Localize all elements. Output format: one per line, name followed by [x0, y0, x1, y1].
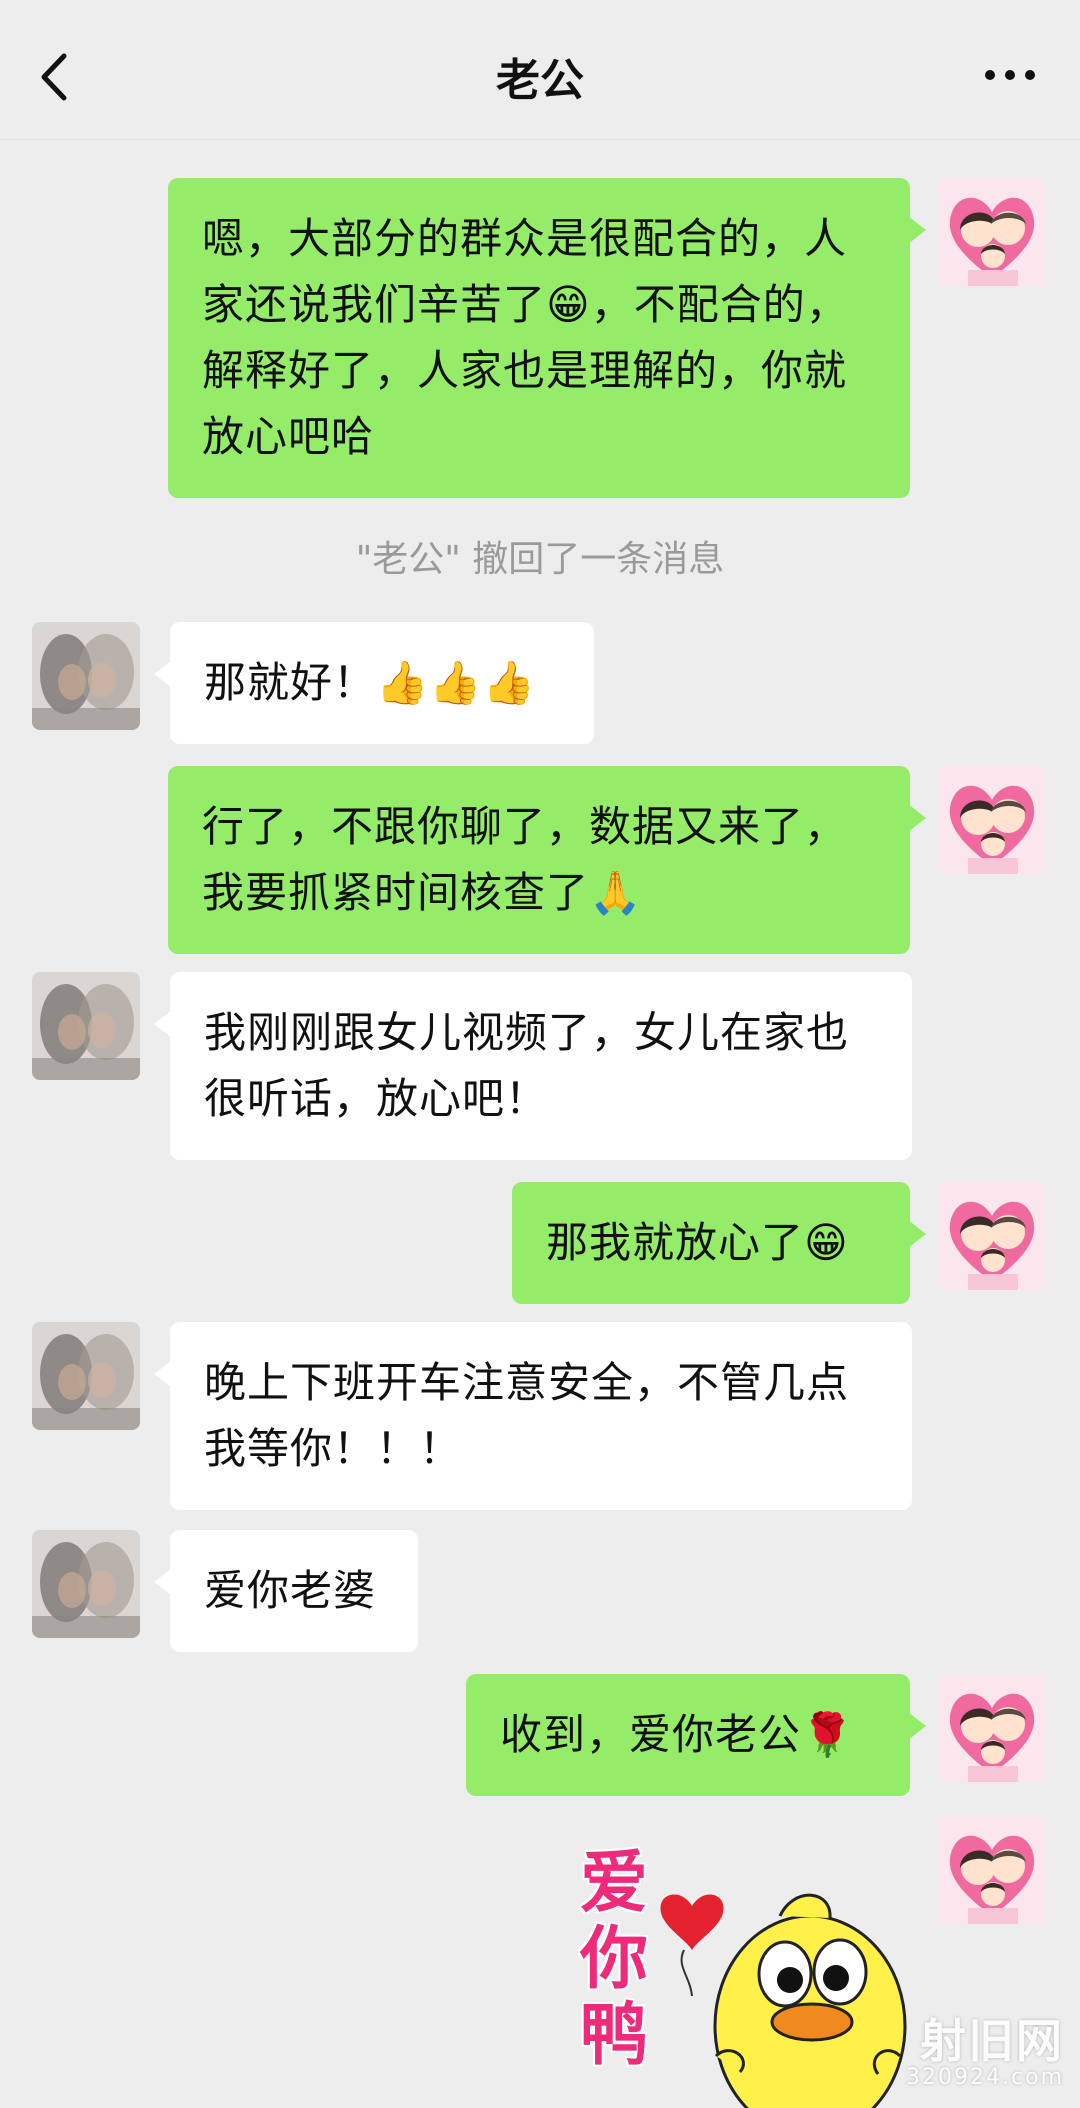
watermark-brand: 射旧网: [920, 2014, 1064, 2068]
my-avatar[interactable]: [938, 766, 1046, 874]
message-bubble-other[interactable]: 那就好！👍👍👍: [154, 622, 594, 744]
recall-notice: "老公" 撤回了一条消息: [355, 539, 725, 580]
my-avatar[interactable]: [938, 1674, 1046, 1782]
message-bubble-me[interactable]: 嗯，大部分的群众是很配合的，人家还说我们辛苦了😁，不配合的，解释好了，人家也是理…: [168, 178, 926, 498]
my-avatar[interactable]: [938, 178, 1046, 286]
message-bubble-me[interactable]: 行了，不跟你聊了，数据又来了，我要抓紧时间核查了🙏: [168, 766, 926, 954]
message-bubble-other[interactable]: 我刚刚跟女儿视频了，女儿在家也很听话，放心吧！: [154, 972, 912, 1160]
chat-header: 老公: [0, 0, 1080, 140]
my-avatar[interactable]: [938, 1816, 1046, 1924]
message-bubble-other[interactable]: 爱你老婆: [154, 1530, 418, 1652]
message-bubble-other[interactable]: 晚上下班开车注意安全，不管几点我等你！！！: [154, 1322, 912, 1510]
message-bubble-me[interactable]: 那我就放心了😁: [512, 1182, 926, 1304]
sticker-message[interactable]: 爱你鸭: [580, 1846, 920, 2108]
more-dots-icon: [985, 70, 1035, 80]
sticker-text: 爱你鸭: [580, 1844, 649, 2075]
contact-avatar[interactable]: [32, 972, 140, 1080]
message-bubble-me[interactable]: 收到，爱你老公🌹: [466, 1674, 926, 1796]
site-watermark: 射旧网 320924.com: [906, 2005, 1064, 2090]
contact-avatar[interactable]: [32, 1530, 140, 1638]
more-button[interactable]: [980, 55, 1040, 95]
watermark-url: 320924.com: [906, 2065, 1064, 2090]
chat-title: 老公: [496, 55, 584, 106]
contact-avatar[interactable]: [32, 1322, 140, 1430]
contact-avatar[interactable]: [32, 622, 140, 730]
my-avatar[interactable]: [938, 1182, 1046, 1290]
